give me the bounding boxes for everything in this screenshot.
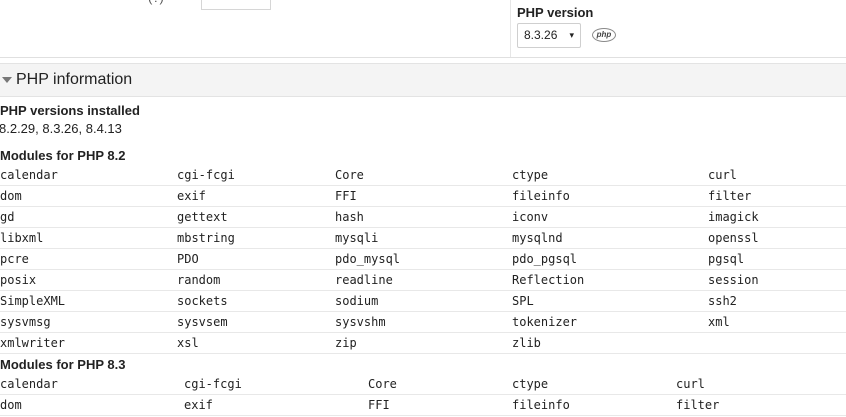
module-cell: gd <box>0 206 177 228</box>
php-version-label: PHP version <box>517 5 594 20</box>
module-cell: hash <box>335 206 512 228</box>
module-cell: Reflection <box>512 269 708 291</box>
installed-versions-value: 8.2.29, 8.3.26, 8.4.13 <box>0 121 122 136</box>
module-cell <box>708 332 846 354</box>
php-information-section-header[interactable]: PHP information <box>0 63 846 97</box>
module-cell: ssh2 <box>708 290 846 312</box>
module-cell: SimpleXML <box>0 290 177 312</box>
module-cell: sysvshm <box>335 311 512 333</box>
table-row: xmlwriter xsl zip zlib <box>0 332 846 354</box>
table-row: dom exif FFI fileinfo filter <box>0 185 846 207</box>
module-cell: Core <box>335 165 512 186</box>
dropdown-arrow-icon: ▾ <box>569 30 574 40</box>
module-cell: mysqli <box>335 227 512 249</box>
module-cell: pgsql <box>708 248 846 270</box>
module-cell: calendar <box>0 374 184 395</box>
modules-83-heading: Modules for PHP 8.3 <box>0 357 126 372</box>
module-cell: pdo_mysql <box>335 248 512 270</box>
module-cell: pdo_pgsql <box>512 248 708 270</box>
module-cell: posix <box>0 269 177 291</box>
installed-versions-heading: PHP versions installed <box>0 103 140 118</box>
module-cell: random <box>177 269 335 291</box>
module-cell: zip <box>335 332 512 354</box>
module-cell: gettext <box>177 206 335 228</box>
module-cell: Core <box>368 374 512 395</box>
module-cell: iconv <box>512 206 708 228</box>
module-cell: session <box>708 269 846 291</box>
module-cell: dom <box>0 185 177 207</box>
table-row: sysvmsg sysvsem sysvshm tokenizer xml <box>0 311 846 333</box>
php-version-value: 8.3.26 <box>524 28 558 42</box>
module-cell: PDO <box>177 248 335 270</box>
php-logo-icon: php <box>592 28 616 42</box>
module-cell: curl <box>708 165 846 186</box>
table-row: calendar cgi-fcgi Core ctype curl <box>0 165 846 186</box>
module-cell: tokenizer <box>512 311 708 333</box>
modules-83-table: calendar cgi-fcgi Core ctype curl dom exif FFI f… <box>0 374 846 416</box>
table-row: SimpleXML sockets sodium SPL ssh2 <box>0 290 846 312</box>
module-cell: exif <box>177 185 335 207</box>
top-partial-input[interactable] <box>201 0 271 10</box>
module-cell: imagick <box>708 206 846 228</box>
module-cell: cgi-fcgi <box>184 374 368 395</box>
module-cell: sockets <box>177 290 335 312</box>
column-divider <box>510 0 511 57</box>
module-cell: xml <box>708 311 846 333</box>
module-cell: libxml <box>0 227 177 249</box>
module-cell: sodium <box>335 290 512 312</box>
module-cell: cgi-fcgi <box>177 165 335 186</box>
module-cell: calendar <box>0 165 177 186</box>
table-row: posix random readline Reflection session <box>0 269 846 291</box>
module-cell: FFI <box>368 394 512 416</box>
module-cell: FFI <box>335 185 512 207</box>
top-settings-band: (?) PHP version 8.3.26 ▾ php <box>0 0 846 58</box>
table-row: libxml mbstring mysqli mysqlnd openssl <box>0 227 846 249</box>
module-cell: openssl <box>708 227 846 249</box>
module-cell: ctype <box>512 165 708 186</box>
module-cell: sysvsem <box>177 311 335 333</box>
module-cell: zlib <box>512 332 708 354</box>
module-cell: fileinfo <box>512 394 676 416</box>
module-cell: sysvmsg <box>0 311 177 333</box>
module-cell: pcre <box>0 248 177 270</box>
module-cell: readline <box>335 269 512 291</box>
table-row: calendar cgi-fcgi Core ctype curl <box>0 374 846 395</box>
modules-82-table: calendar cgi-fcgi Core ctype curl dom exif FFI f… <box>0 165 846 354</box>
table-row: gd gettext hash iconv imagick <box>0 206 846 228</box>
module-cell: exif <box>184 394 368 416</box>
module-cell: curl <box>676 374 846 395</box>
table-row: pcre PDO pdo_mysql pdo_pgsql pgsql <box>0 248 846 270</box>
module-cell: fileinfo <box>512 185 708 207</box>
module-cell: dom <box>0 394 184 416</box>
module-cell: xsl <box>177 332 335 354</box>
module-cell: xmlwriter <box>0 332 177 354</box>
module-cell: ctype <box>512 374 676 395</box>
module-cell: filter <box>676 394 846 416</box>
module-cell: SPL <box>512 290 708 312</box>
module-cell: filter <box>708 185 846 207</box>
module-cell: mysqlnd <box>512 227 708 249</box>
module-cell: mbstring <box>177 227 335 249</box>
modules-82-heading: Modules for PHP 8.2 <box>0 148 126 163</box>
section-title: PHP information <box>16 71 133 88</box>
collapse-triangle-icon <box>2 77 12 83</box>
table-row: dom exif FFI fileinfo filter <box>0 394 846 416</box>
top-partial-label: (?) <box>148 0 164 5</box>
php-version-select[interactable]: 8.3.26 ▾ <box>517 23 581 48</box>
